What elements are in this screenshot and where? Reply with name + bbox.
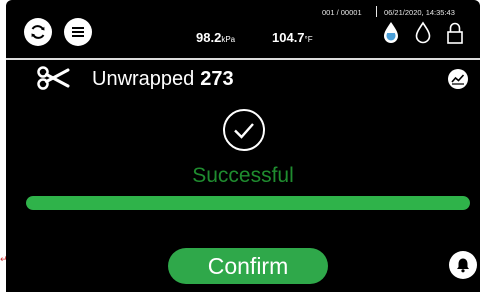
date-time: 06/21/2020, 14:35:43 xyxy=(384,8,455,17)
success-check-icon xyxy=(223,109,265,151)
chart-button[interactable] xyxy=(448,69,468,89)
cycle-id: 001 / 00001 xyxy=(322,8,362,17)
refresh-icon xyxy=(31,25,45,39)
cycle-status: Successful xyxy=(192,164,294,187)
bell-icon xyxy=(457,258,469,273)
menu-button[interactable] xyxy=(64,18,92,46)
water-level-icon[interactable] xyxy=(382,21,400,45)
refresh-button[interactable] xyxy=(24,18,52,46)
status-header: 001 / 00001 06/21/2020, 14:35:43 98.2kPa… xyxy=(6,0,480,56)
pressure-reading: 98.2kPa xyxy=(196,29,235,47)
load-count: 273 xyxy=(200,68,234,90)
scissors-icon xyxy=(37,66,70,90)
load-type-label: Unwrapped xyxy=(92,68,195,90)
meta-divider xyxy=(376,6,377,17)
temperature-unit: °F xyxy=(304,35,313,44)
lock-icon[interactable] xyxy=(446,21,464,45)
temperature-reading: 104.7°F xyxy=(272,29,313,47)
menu-icon xyxy=(72,27,84,37)
cycle-progress-fill xyxy=(26,196,470,210)
confirm-button[interactable]: Confirm xyxy=(168,248,328,284)
temperature-value: 104.7 xyxy=(272,30,305,45)
cycle-progress-bar xyxy=(26,196,470,210)
load-type: Unwrapped 273 xyxy=(92,68,234,91)
header-divider xyxy=(6,58,480,60)
alarm-button[interactable] xyxy=(449,251,477,279)
pressure-value: 98.2 xyxy=(196,30,222,45)
sterilizer-screen: 001 / 00001 06/21/2020, 14:35:43 98.2kPa… xyxy=(6,0,480,292)
water-drop-icon[interactable] xyxy=(414,21,432,45)
pressure-unit: kPa xyxy=(221,35,236,44)
chart-icon xyxy=(451,74,465,85)
